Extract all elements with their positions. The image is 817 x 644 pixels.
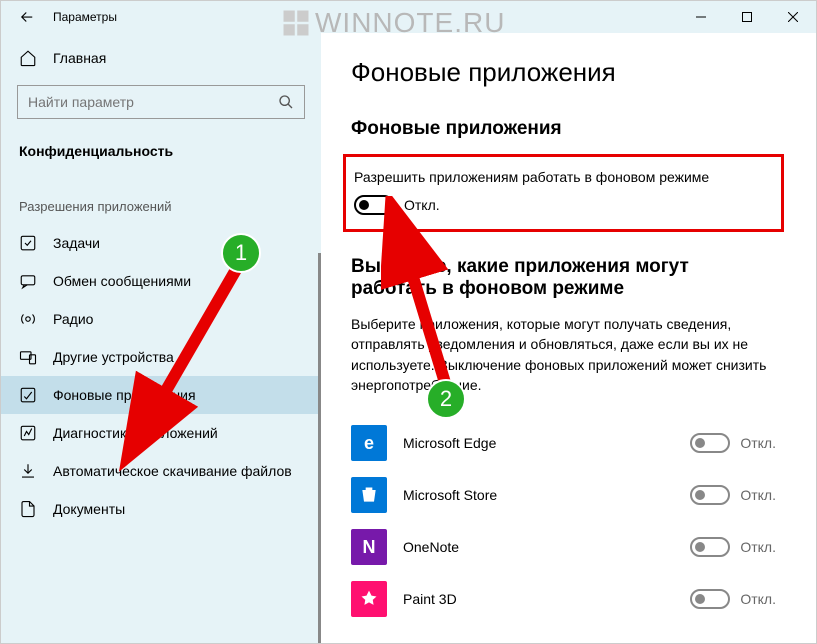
- section-heading: Выберите, какие приложения могут работат…: [351, 256, 776, 300]
- app-toggle[interactable]: [690, 589, 730, 609]
- titlebar: Параметры: [1, 1, 816, 33]
- app-name: Paint 3D: [403, 591, 674, 607]
- sidebar-item-label: Задачи: [53, 235, 100, 251]
- app-name: OneNote: [403, 539, 674, 555]
- sidebar-subheading: Разрешения приложений: [1, 175, 321, 224]
- highlighted-setting: Разрешить приложениям работать в фоновом…: [343, 154, 784, 232]
- window-title: Параметры: [53, 10, 117, 24]
- sidebar-category: Конфиденциальность: [1, 133, 321, 175]
- app-toggle-state: Откл.: [740, 539, 776, 555]
- sidebar-item-messaging[interactable]: Обмен сообщениями: [1, 262, 321, 300]
- app-toggle[interactable]: [690, 485, 730, 505]
- sidebar-item-label: Радио: [53, 311, 93, 327]
- app-toggle[interactable]: [690, 537, 730, 557]
- section-description: Выберите приложения, которые могут получ…: [351, 314, 771, 395]
- sidebar-item-label: Обмен сообщениями: [53, 273, 191, 289]
- diagnostics-icon: [19, 424, 37, 442]
- search-icon: [278, 94, 294, 110]
- annotation-badge-2: 2: [426, 379, 466, 419]
- sidebar-item-auto-downloads[interactable]: Автоматическое скачивание файлов: [1, 452, 321, 490]
- documents-icon: [19, 500, 37, 518]
- search-input[interactable]: [28, 94, 278, 110]
- section-heading: Фоновые приложения: [351, 118, 776, 140]
- app-toggle-state: Откл.: [740, 487, 776, 503]
- app-icon: N: [351, 529, 387, 565]
- background-apps-icon: [19, 386, 37, 404]
- main-content: Фоновые приложения Фоновые приложения Ра…: [321, 33, 816, 643]
- app-toggle-state: Откл.: [740, 591, 776, 607]
- app-icon: [351, 581, 387, 617]
- annotation-badge-1: 1: [221, 233, 261, 273]
- master-toggle-state: Откл.: [404, 197, 440, 213]
- sidebar-home[interactable]: Главная: [1, 41, 321, 81]
- app-row: e Microsoft Edge Откл.: [351, 417, 776, 469]
- app-toggle-state: Откл.: [740, 435, 776, 451]
- sidebar-item-label: Другие устройства: [53, 349, 174, 365]
- home-icon: [19, 49, 37, 67]
- app-row: Microsoft Store Откл.: [351, 469, 776, 521]
- sidebar-item-label: Автоматическое скачивание файлов: [53, 463, 292, 479]
- sidebar-item-tasks[interactable]: Задачи: [1, 224, 321, 262]
- minimize-button[interactable]: [678, 1, 724, 33]
- sidebar-item-background-apps[interactable]: Фоновые приложения: [1, 376, 321, 414]
- sidebar-item-label: Документы: [53, 501, 125, 517]
- search-box[interactable]: [17, 85, 305, 119]
- sidebar-item-radio[interactable]: Радио: [1, 300, 321, 338]
- devices-icon: [19, 348, 37, 366]
- sidebar: Главная Конфиденциальность Разрешения пр…: [1, 33, 321, 643]
- sidebar-item-documents[interactable]: Документы: [1, 490, 321, 528]
- download-icon: [19, 462, 37, 480]
- page-title: Фоновые приложения: [351, 57, 776, 88]
- app-name: Microsoft Store: [403, 487, 674, 503]
- app-row: Paint 3D Откл.: [351, 573, 776, 625]
- app-icon: e: [351, 425, 387, 461]
- sidebar-item-label: Диагностика приложений: [53, 425, 218, 441]
- master-toggle[interactable]: [354, 195, 394, 215]
- app-icon: [351, 477, 387, 513]
- sidebar-item-label: Главная: [53, 50, 106, 66]
- app-row: N OneNote Откл.: [351, 521, 776, 573]
- messaging-icon: [19, 272, 37, 290]
- master-toggle-label: Разрешить приложениям работать в фоновом…: [354, 169, 773, 185]
- sidebar-item-other-devices[interactable]: Другие устройства: [1, 338, 321, 376]
- app-toggle[interactable]: [690, 433, 730, 453]
- app-name: Microsoft Edge: [403, 435, 674, 451]
- close-button[interactable]: [770, 1, 816, 33]
- sidebar-item-app-diagnostics[interactable]: Диагностика приложений: [1, 414, 321, 452]
- maximize-button[interactable]: [724, 1, 770, 33]
- sidebar-item-label: Фоновые приложения: [53, 387, 196, 403]
- back-button[interactable]: [17, 7, 37, 27]
- radio-icon: [19, 310, 37, 328]
- tasks-icon: [19, 234, 37, 252]
